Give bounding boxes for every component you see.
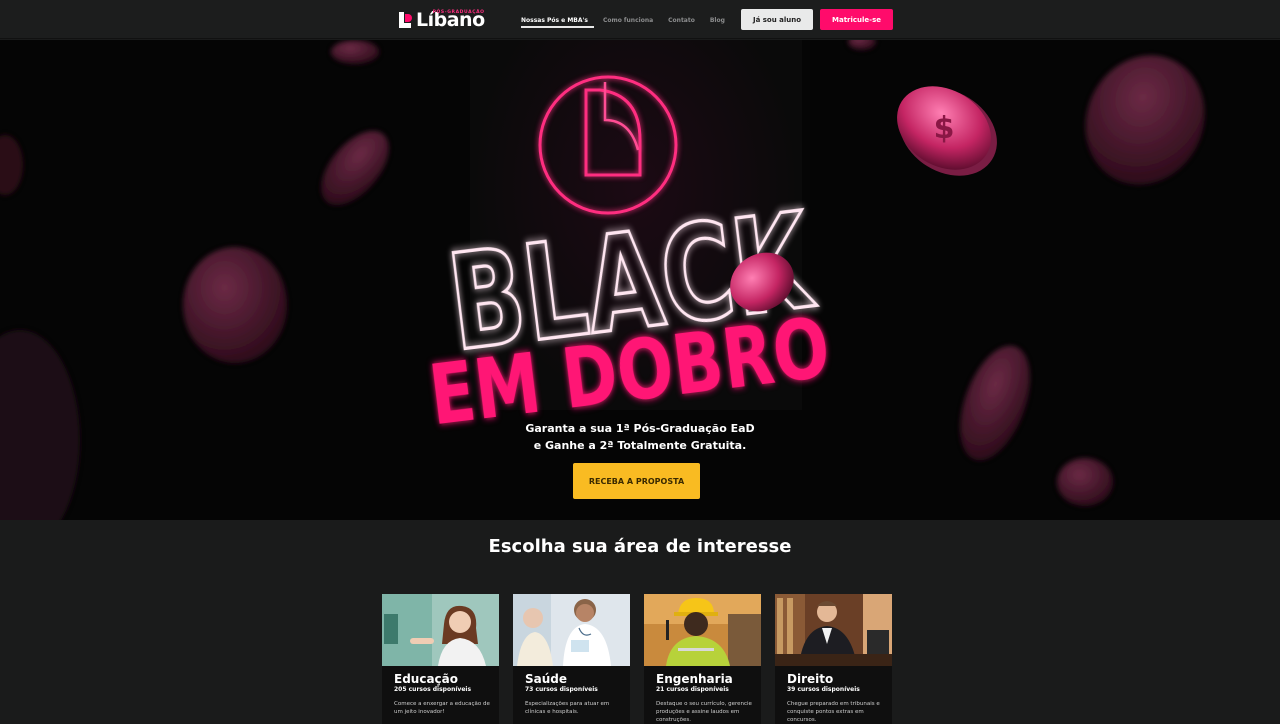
card-course-count: 39 cursos disponíveis [787, 686, 860, 693]
enroll-button[interactable]: Matricule-se [820, 9, 893, 30]
logo-subtitle: PÓS-GRADUAÇÃO [432, 10, 485, 15]
area-card-engenharia[interactable]: Engenharia 21 cursos disponíveis Destaqu… [644, 594, 761, 724]
coin-icon: $ [897, 86, 997, 176]
get-offer-button[interactable]: RECEBA A PROPOSTA [573, 463, 700, 499]
card-course-count: 205 cursos disponíveis [394, 686, 472, 693]
svg-text:$: $ [934, 111, 955, 146]
card-title: Engenharia [656, 672, 733, 686]
neon-logo-icon [538, 75, 678, 215]
nav-active-indicator [521, 26, 594, 28]
logo[interactable]: Líbano PÓS-GRADUAÇÃO [399, 9, 485, 31]
card-title: Direito [787, 672, 834, 686]
hero-tagline-line1: Garanta a sua 1ª Pós-Graduação EaD [525, 422, 755, 435]
hero-tagline: Garanta a sua 1ª Pós-Graduação EaD e Gan… [440, 420, 840, 454]
logo-text: Líbano PÓS-GRADUAÇÃO [416, 10, 485, 30]
card-image [644, 594, 761, 666]
card-course-count: 73 cursos disponíveis [525, 686, 598, 693]
nav-item-como-funciona[interactable]: Como funciona [603, 17, 653, 24]
logo-icon [399, 12, 413, 28]
card-description: Comece a enxergar a educação de um jeito… [394, 701, 490, 715]
card-image [382, 594, 499, 666]
site-header: Líbano PÓS-GRADUAÇÃO Nossas Pós e MBA's … [0, 0, 1280, 39]
hero-tagline-line2: e Ganhe a 2ª Totalmente Gratuita. [533, 439, 747, 452]
card-image [513, 594, 630, 666]
hero-banner[interactable]: $ BLACK EM DOBRO Garanta a sua 1ª Pós-Gr… [0, 40, 1280, 520]
card-title: Educação [394, 672, 458, 686]
nav-item-contato[interactable]: Contato [668, 17, 695, 24]
already-student-button[interactable]: Já sou aluno [741, 9, 813, 30]
card-description: Especializações para atuar em clínicas e… [525, 701, 610, 715]
nav-item-pos-mba[interactable]: Nossas Pós e MBA's [521, 17, 588, 24]
card-image [775, 594, 892, 666]
area-card-direito[interactable]: Direito 39 cursos disponíveis Chegue pre… [775, 594, 892, 724]
section-title: Escolha sua área de interesse [488, 536, 792, 557]
card-course-count: 21 cursos disponíveis [656, 686, 729, 693]
area-card-educacao[interactable]: Educação 205 cursos disponíveis Comece a… [382, 594, 499, 724]
nav-item-blog[interactable]: Blog [710, 17, 725, 24]
area-card-saude[interactable]: Saúde 73 cursos disponíveis Especializaç… [513, 594, 630, 724]
card-title: Saúde [525, 672, 568, 686]
card-description: Chegue preparado em tribunais e conquist… [787, 701, 880, 723]
card-description: Destaque o seu currículo, gerencie produ… [656, 701, 752, 723]
